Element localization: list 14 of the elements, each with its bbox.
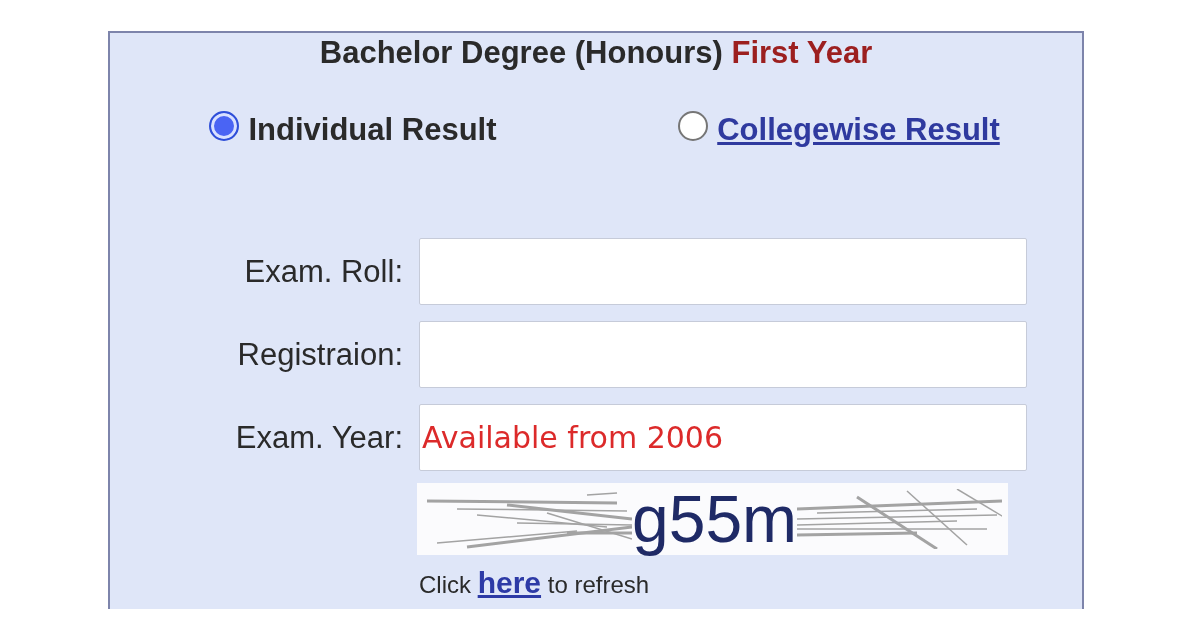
- radio-button[interactable]: [209, 111, 240, 141]
- form-title: Bachelor Degree (Honours) First Year: [319, 35, 873, 71]
- refresh-hint: Click here to refresh: [419, 568, 650, 600]
- text-field[interactable]: Available from 2006: [419, 404, 1027, 471]
- field-label: Exam. Year:: [235, 419, 403, 456]
- refresh-link[interactable]: here: [477, 566, 542, 599]
- radio-button[interactable]: [678, 111, 709, 141]
- text-field[interactable]: [419, 238, 1027, 305]
- captcha-text: g55m: [632, 483, 798, 555]
- option-link[interactable]: Collegewise Result: [717, 112, 1000, 148]
- field-label: Exam. Roll:: [244, 253, 403, 290]
- option-label[interactable]: Individual Result: [248, 112, 497, 148]
- text-field[interactable]: [419, 321, 1027, 388]
- field-label: Registraion:: [237, 336, 403, 373]
